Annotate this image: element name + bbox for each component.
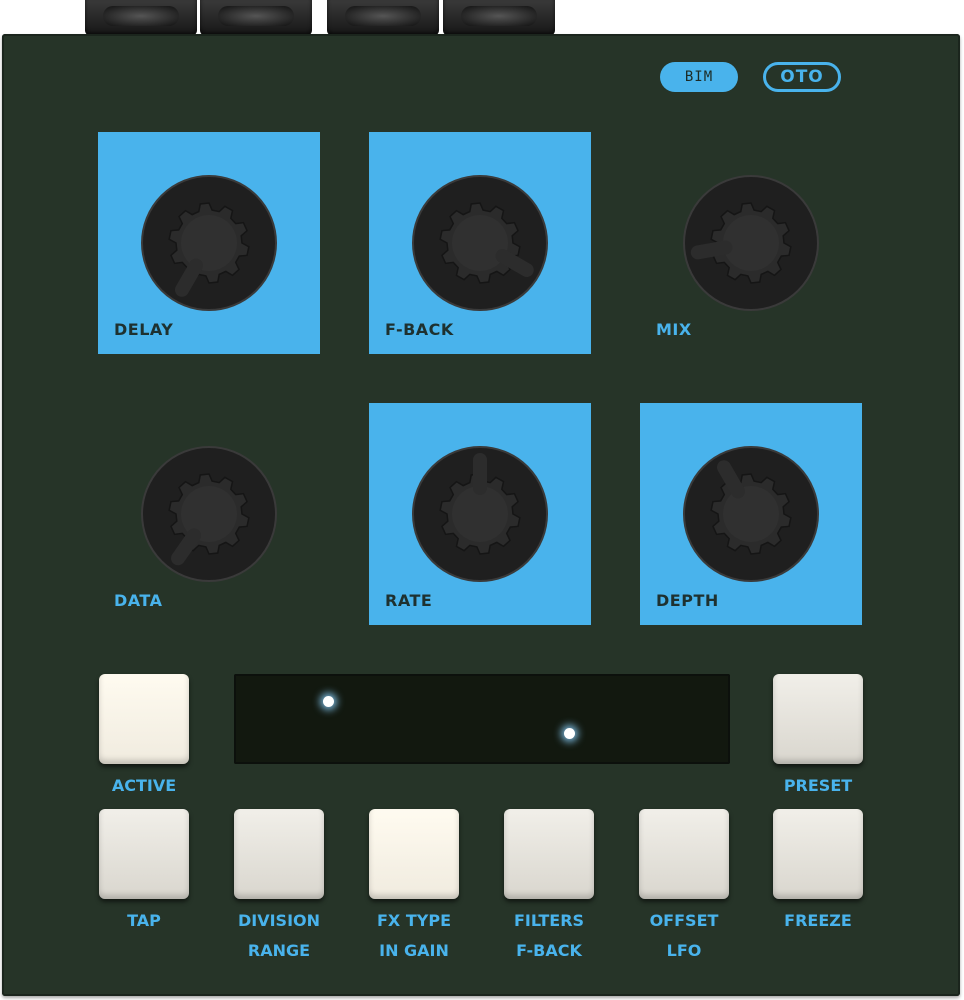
knob-graphic bbox=[141, 446, 277, 582]
knob-graphic bbox=[683, 175, 819, 311]
freeze-label: FREEZE bbox=[784, 911, 852, 930]
rate-knob[interactable] bbox=[410, 444, 550, 584]
offset-label: OFFSET bbox=[649, 911, 719, 930]
preset-label: PRESET bbox=[783, 776, 853, 795]
input-jack-1 bbox=[85, 0, 197, 36]
knob-graphic bbox=[412, 175, 548, 311]
feedback-label: F-BACK bbox=[385, 320, 454, 339]
input-jack-2 bbox=[200, 0, 312, 36]
knob-cell-data: DATA bbox=[98, 403, 320, 625]
knob-cell-mix: MIX bbox=[640, 132, 862, 354]
output-jack-1 bbox=[327, 0, 439, 36]
offset-button[interactable] bbox=[639, 809, 729, 899]
knob-cap bbox=[181, 215, 237, 271]
knob-graphic bbox=[141, 175, 277, 311]
knob-pointer bbox=[690, 240, 733, 260]
filters-button[interactable] bbox=[504, 809, 594, 899]
fx-type-sublabel: IN GAIN bbox=[379, 941, 449, 960]
data-label: DATA bbox=[114, 591, 163, 610]
rate-label: RATE bbox=[385, 591, 433, 610]
knob-cap bbox=[723, 215, 779, 271]
mix-knob[interactable] bbox=[681, 173, 821, 313]
knob-graphic bbox=[683, 446, 819, 582]
device-panel: BIM OTO DELAY F-BACK MIX DATA RATE DEPTH… bbox=[2, 34, 960, 996]
delay-knob[interactable] bbox=[139, 173, 279, 313]
fx-type-button[interactable] bbox=[369, 809, 459, 899]
fx-type-label: FX TYPE bbox=[377, 911, 451, 930]
division-label: DIVISION bbox=[237, 911, 321, 930]
bim-badge[interactable]: BIM bbox=[660, 62, 738, 92]
knob-cell-delay: DELAY bbox=[98, 132, 320, 354]
knob-graphic bbox=[412, 446, 548, 582]
tap-button[interactable] bbox=[99, 809, 189, 899]
division-button[interactable] bbox=[234, 809, 324, 899]
knob-cell-feedback: F-BACK bbox=[369, 132, 591, 354]
output-jack-2 bbox=[443, 0, 555, 36]
knob-cell-depth: DEPTH bbox=[640, 403, 862, 625]
preset-button[interactable] bbox=[773, 674, 863, 764]
tap-label: TAP bbox=[127, 911, 161, 930]
active-label: ACTIVE bbox=[111, 776, 177, 795]
feedback-knob[interactable] bbox=[410, 173, 550, 313]
filters-label: FILTERS bbox=[513, 911, 585, 930]
data-knob[interactable] bbox=[139, 444, 279, 584]
knob-cap bbox=[723, 486, 779, 542]
display-led bbox=[323, 696, 334, 707]
knob-cell-rate: RATE bbox=[369, 403, 591, 625]
filters-sublabel: F-BACK bbox=[516, 941, 582, 960]
freeze-button[interactable] bbox=[773, 809, 863, 899]
display-led bbox=[564, 728, 575, 739]
division-sublabel: RANGE bbox=[247, 941, 311, 960]
knob-cap bbox=[452, 215, 508, 271]
oto-logo: OTO bbox=[763, 62, 841, 92]
mix-label: MIX bbox=[656, 320, 692, 339]
depth-label: DEPTH bbox=[656, 591, 719, 610]
depth-knob[interactable] bbox=[681, 444, 821, 584]
led-display bbox=[234, 674, 730, 764]
active-button[interactable] bbox=[99, 674, 189, 764]
offset-sublabel: LFO bbox=[666, 941, 702, 960]
delay-label: DELAY bbox=[114, 320, 174, 339]
